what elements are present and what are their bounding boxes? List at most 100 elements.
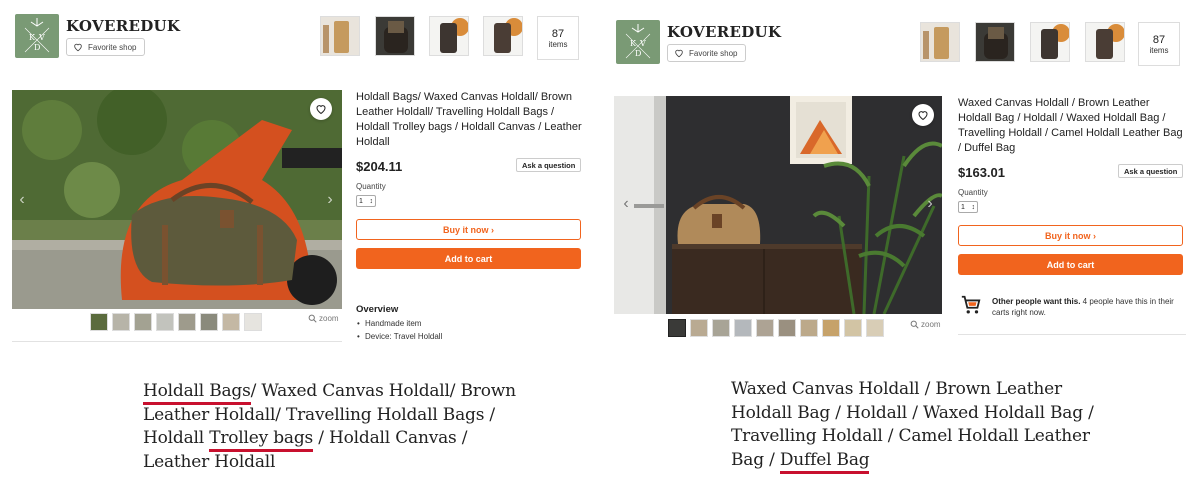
image-thumbnail[interactable] (712, 319, 730, 337)
favorite-shop-button[interactable]: Favorite shop (667, 44, 747, 62)
shop-logo[interactable]: K V D (15, 14, 59, 58)
highlighted-term: Duffel Bag (779, 449, 870, 470)
image-thumbnail[interactable] (244, 313, 262, 331)
highlighted-term: Holdall Bags (143, 381, 251, 401)
chevron-right-icon: › (488, 224, 494, 235)
favorite-item-button[interactable] (912, 104, 934, 126)
image-thumbnail[interactable] (866, 319, 884, 337)
caption-line: Leather Holdall (143, 451, 276, 472)
favorite-item-button[interactable] (310, 98, 332, 120)
caption-fragment: Bag / (731, 449, 780, 470)
shop-items-count[interactable]: 87 items (1138, 22, 1180, 66)
image-thumbnail[interactable] (756, 319, 774, 337)
svg-text:K: K (29, 33, 36, 42)
magnifier-icon (308, 314, 317, 323)
image-thumbnail[interactable] (112, 313, 130, 331)
next-image-arrow-icon[interactable]: › (322, 180, 338, 220)
heart-icon (316, 105, 326, 115)
image-thumbnail[interactable] (778, 319, 796, 337)
zoom-label: zoom (921, 320, 941, 329)
divider (12, 341, 342, 342)
caption-text: Waxed Canvas Holdall / Brown Leather Hol… (731, 378, 1151, 472)
items-count-number: 87 (1152, 33, 1166, 46)
caption-text: Holdall Bags/ Waxed Canvas Holdall/ Brow… (143, 380, 543, 474)
stepper-icon: ↕ (369, 197, 374, 205)
heart-icon (918, 111, 928, 121)
overview-item: Handmade item (356, 319, 442, 328)
quantity-select[interactable]: 1 ↕ (356, 195, 376, 207)
prev-image-arrow-icon[interactable]: ‹ (14, 180, 30, 220)
favorite-shop-button[interactable]: Favorite shop (66, 38, 146, 56)
product-main-image[interactable]: ‹ › (12, 90, 342, 309)
svg-text:V: V (38, 33, 45, 42)
cart-demand-notice: Other people want this. 4 people have th… (992, 296, 1182, 318)
items-count-label: items (548, 39, 568, 49)
shop-item-thumb[interactable] (483, 16, 523, 56)
buy-it-now-label: Buy it now (443, 224, 489, 235)
shop-name[interactable]: KOVEREDUK (66, 17, 180, 35)
image-thumbnail[interactable] (822, 319, 840, 337)
image-thumbnail[interactable] (200, 313, 218, 331)
overview-list: Handmade item Device: Travel Holdall (356, 319, 442, 345)
image-thumbnail[interactable] (90, 313, 108, 331)
shop-item-thumb[interactable] (975, 22, 1015, 62)
heart-icon (74, 43, 82, 52)
caption-fragment: / Holdall Canvas / (313, 428, 468, 448)
items-count-label: items (1149, 45, 1169, 55)
image-thumbnail[interactable] (178, 313, 196, 331)
shop-item-thumb[interactable] (429, 16, 469, 56)
image-thumbnail[interactable] (690, 319, 708, 337)
svg-text:D: D (34, 43, 40, 52)
add-to-cart-button[interactable]: Add to cart (958, 254, 1183, 275)
listing-panel-right: K V D KOVEREDUK Favorite shop 87 items ‹… (600, 0, 1200, 488)
shop-logo[interactable]: K V D (616, 20, 660, 64)
quantity-value: 1 (359, 197, 363, 205)
caption-line: Holdall Bag / Holdall / Waxed Holdall Ba… (731, 402, 1094, 423)
buy-it-now-button[interactable]: Buy it now › (958, 225, 1183, 246)
svg-text:K: K (630, 39, 637, 48)
image-thumbnail[interactable] (668, 319, 686, 337)
buy-it-now-button[interactable]: Buy it now › (356, 219, 581, 240)
favorite-shop-label: Favorite shop (88, 42, 137, 52)
overview-item: Device: Travel Holdall (356, 332, 442, 341)
zoom-label: zoom (319, 314, 339, 323)
shop-item-thumb[interactable] (920, 22, 960, 62)
quantity-label: Quantity (958, 188, 988, 197)
product-price: $204.11 (356, 159, 403, 174)
product-main-image[interactable]: ‹ › (614, 96, 942, 314)
image-thumbnail-strip (668, 319, 884, 337)
shop-item-thumb[interactable] (1030, 22, 1070, 62)
shop-items-count[interactable]: 87 items (537, 16, 579, 60)
quantity-label: Quantity (356, 182, 386, 191)
zoom-control[interactable]: zoom (308, 314, 339, 323)
shop-item-thumb[interactable] (320, 16, 360, 56)
overview-title: Overview (356, 304, 399, 315)
image-thumbnail[interactable] (734, 319, 752, 337)
caption-fragment: / Waxed Canvas Holdall/ Brown (250, 381, 516, 401)
image-thumbnail[interactable] (844, 319, 862, 337)
ask-question-button[interactable]: Ask a question (516, 158, 582, 172)
items-count-number: 87 (551, 27, 565, 40)
highlighted-term: Trolley bags (209, 428, 314, 448)
shop-item-thumb[interactable] (375, 16, 415, 56)
image-thumbnail[interactable] (800, 319, 818, 337)
add-to-cart-button[interactable]: Add to cart (356, 248, 581, 269)
heart-icon (675, 49, 683, 58)
quantity-select[interactable]: 1 ↕ (958, 201, 978, 213)
product-title: Holdall Bags/ Waxed Canvas Holdall/ Brow… (356, 91, 582, 148)
image-thumbnail[interactable] (134, 313, 152, 331)
quantity-value: 1 (961, 203, 965, 211)
image-thumbnail-strip (90, 313, 262, 331)
next-image-arrow-icon[interactable]: › (922, 184, 938, 224)
ask-question-button[interactable]: Ask a question (1118, 164, 1184, 178)
caption-fragment: Holdall (143, 428, 210, 448)
image-thumbnail[interactable] (222, 313, 240, 331)
caption-line: Leather Holdall/ Travelling Holdall Bags… (143, 404, 495, 425)
zoom-control[interactable]: zoom (910, 320, 941, 329)
prev-image-arrow-icon[interactable]: ‹ (618, 184, 634, 224)
listing-panel-left: K V D KOVEREDUK Favorite shop 87 items ‹… (0, 0, 600, 488)
stepper-icon: ↕ (971, 203, 976, 211)
image-thumbnail[interactable] (156, 313, 174, 331)
shop-item-thumb[interactable] (1085, 22, 1125, 62)
shop-name[interactable]: KOVEREDUK (667, 23, 781, 41)
